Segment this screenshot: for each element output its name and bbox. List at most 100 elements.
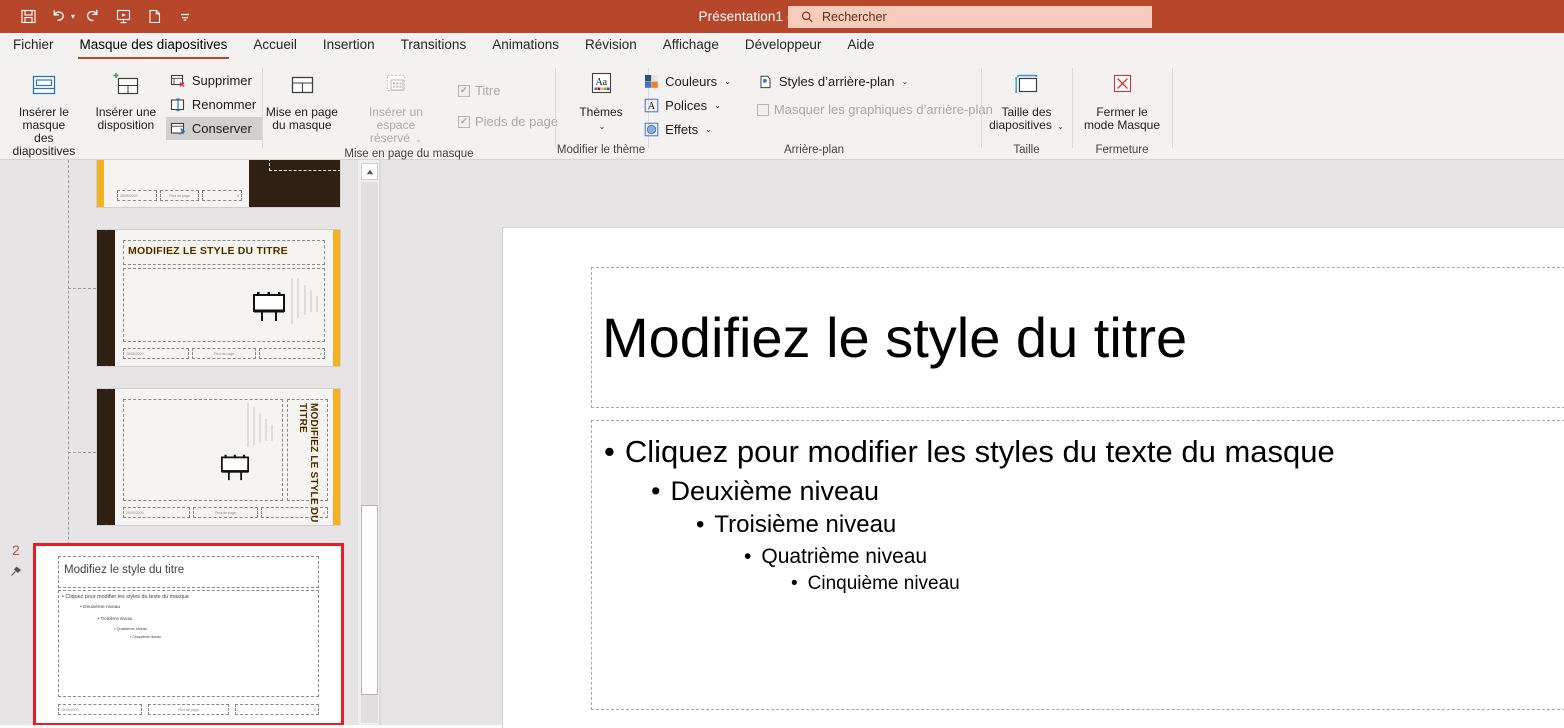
search-box[interactable]: Rechercher xyxy=(788,6,1152,28)
tab-masque-des-diapositives[interactable]: Masque des diapositives xyxy=(67,33,241,62)
new-document-icon[interactable] xyxy=(140,4,168,30)
footer-placeholder: Pied de page xyxy=(160,190,199,201)
bullet-icon: • xyxy=(696,511,705,539)
slide-number-placeholder: # xyxy=(235,704,320,715)
slide-thumbnail-pane[interactable]: 28/05/2020 Pied de page # MODIFIEZ LE ST… xyxy=(0,160,357,725)
search-placeholder: Rechercher xyxy=(822,10,887,24)
title-bar: ▾ Présentation1 - PowerPoint Rechercher xyxy=(0,0,1564,33)
footer-placeholder: Pied de page xyxy=(192,348,256,359)
undo-icon[interactable] xyxy=(45,4,73,30)
slide-canvas[interactable]: Modifiez le style du titre • Cliquez pour… xyxy=(503,228,1564,728)
layout-thumbnail-vertical-title[interactable]: MODIFIEZ LE STYLE DU TITRE 28/05/2020 Pi… xyxy=(96,388,341,526)
layout-thumbnail-partial[interactable]: 28/05/2020 Pied de page # xyxy=(96,160,341,208)
slide-size-icon xyxy=(1010,69,1044,103)
effects-label: Effets xyxy=(665,122,699,137)
chevron-down-icon[interactable]: ⌄ xyxy=(714,101,721,110)
ribbon-group-fermeture: Fermer le mode Masque Fermeture xyxy=(1073,62,1171,160)
tab-affichage[interactable]: Affichage xyxy=(650,33,732,62)
footer-placeholder: Pied de page xyxy=(147,704,230,715)
tab-accueil[interactable]: Accueil xyxy=(240,33,310,62)
tab-label: Fichier xyxy=(13,37,54,52)
scrollbar-thumb[interactable] xyxy=(361,505,378,695)
master-tree-line xyxy=(68,160,69,580)
scroll-up-icon[interactable] xyxy=(361,163,378,180)
tab-label: Accueil xyxy=(253,37,297,52)
tab-fichier[interactable]: Fichier xyxy=(0,33,67,62)
background-styles-button[interactable]: Styles d’arrière-plan ⌄ xyxy=(753,70,999,93)
chevron-down-icon[interactable]: ⌄ xyxy=(724,77,731,86)
ribbon-group-modifier-forme-de-base: Insérer le masque des diapositives Insére… xyxy=(0,62,263,172)
group-label-fermeture: Fermeture xyxy=(1095,144,1149,156)
date-placeholder: 28/05/2020 xyxy=(117,190,158,201)
colors-button[interactable]: Couleurs ⌄ xyxy=(639,70,737,93)
ribbon-group-mise-en-page-du-masque: Mise en page du masque Insérer un espace r… xyxy=(260,62,558,160)
fonts-button[interactable]: A Polices ⌄ xyxy=(639,94,737,117)
effects-button[interactable]: Effets ⌄ xyxy=(639,118,737,141)
delete-layout-icon xyxy=(170,72,187,89)
body-level-2-text: Deuxième niveau xyxy=(670,475,880,506)
body-placeholder[interactable]: • Cliquez pour modifier les styles du tex… xyxy=(591,420,1564,710)
body-level-1: • Cliquez pour modifier les styles du tex… xyxy=(596,431,1564,473)
themes-label: Thèmes ⌄ xyxy=(579,105,623,132)
preserve-label: Conserver xyxy=(191,121,252,136)
body-level-1-text: Cliquez pour modifier les styles du text… xyxy=(624,434,1335,469)
undo-dropdown-caret-icon[interactable]: ▾ xyxy=(71,12,75,21)
title-placeholder[interactable]: Modifiez le style du titre xyxy=(591,267,1564,408)
window-title: Présentation1 - PowerPoint xyxy=(698,9,866,24)
customize-qat-icon[interactable] xyxy=(171,4,199,30)
tab-revision[interactable]: Révision xyxy=(572,33,650,62)
billboard-graphic-icon xyxy=(217,453,253,486)
hide-background-graphics-row[interactable]: ✔ Masquer les graphiques d’arrière-plan xyxy=(753,98,999,121)
thumbnail-pane-scrollbar[interactable] xyxy=(357,160,379,725)
master-layout-button[interactable]: Mise en page du masque xyxy=(260,67,344,132)
save-icon[interactable] xyxy=(14,4,42,30)
tab-animations[interactable]: Animations xyxy=(479,33,572,62)
close-master-view-button[interactable]: Fermer le mode Masque xyxy=(1074,67,1170,132)
thumb-selected-body-5: • Cinquième niveau xyxy=(130,635,162,639)
tab-developpeur[interactable]: Développeur xyxy=(732,33,835,62)
tab-insertion[interactable]: Insertion xyxy=(310,33,388,62)
workspace: 28/05/2020 Pied de page # MODIFIEZ LE ST… xyxy=(0,160,1564,728)
slide-canvas-area: Modifiez le style du titre • Cliquez pour… xyxy=(381,160,1564,728)
title-checkbox-row[interactable]: ✔ Titre xyxy=(454,79,564,102)
date-placeholder: 28/05/2020 xyxy=(123,348,189,359)
master-layout-icon xyxy=(286,69,318,103)
tree-connector xyxy=(68,452,96,453)
thumb-selected-body-1: • Cliquez pour modifier les styles du te… xyxy=(62,594,189,600)
start-slideshow-icon[interactable] xyxy=(109,4,137,30)
date-placeholder: 28/05/2020 xyxy=(123,507,190,518)
slide-size-button[interactable]: Taille des diapositives ⌄ xyxy=(983,67,1070,133)
insert-slide-master-button[interactable]: Insérer le masque des diapositives xyxy=(0,67,88,158)
layout-thumbnail-selected[interactable]: Modifiez le style du titre • Cliquez pou… xyxy=(33,543,344,725)
delete-layout-button[interactable]: Supprimer xyxy=(166,69,262,92)
footer-checkbox-row[interactable]: ✔ Pieds de page xyxy=(454,110,564,133)
search-icon xyxy=(800,10,814,24)
thumb-selected-body-2: • Deuxième niveau xyxy=(80,605,121,610)
slide-number-placeholder: # xyxy=(259,348,325,359)
tab-transitions[interactable]: Transitions xyxy=(388,33,480,62)
bullet-icon: • xyxy=(744,544,752,568)
rename-icon xyxy=(170,96,187,113)
tab-label: Révision xyxy=(585,37,637,52)
fonts-label: Polices xyxy=(665,98,708,113)
tab-label: Animations xyxy=(492,37,559,52)
insert-placeholder-label: Insérer un espace réservé ⌄ xyxy=(368,105,423,145)
redo-icon[interactable] xyxy=(78,4,106,30)
quick-access-toolbar: ▾ xyxy=(0,4,199,30)
insert-placeholder-button[interactable]: Insérer un espace réservé ⌄ xyxy=(344,67,448,146)
group-label-taille: Taille xyxy=(1013,144,1040,156)
layout-thumbnail-title-content[interactable]: MODIFIEZ LE STYLE DU TITRE 28/05/2020 Pi… xyxy=(96,229,341,367)
ribbon: Insérer le masque des diapositives Insére… xyxy=(0,62,1564,215)
insert-layout-button[interactable]: Insérer une disposition xyxy=(88,67,164,132)
ribbon-group-taille: Taille des diapositives ⌄ Taille xyxy=(982,62,1071,160)
tab-aide[interactable]: Aide xyxy=(834,33,887,62)
chevron-down-icon[interactable]: ⌄ xyxy=(902,77,909,86)
background-styles-label: Styles d’arrière-plan xyxy=(778,74,895,89)
body-level-2: • Deuxième niveau xyxy=(596,473,1564,509)
rename-button[interactable]: Renommer xyxy=(166,93,262,116)
chevron-down-icon[interactable]: ⌄ xyxy=(705,125,712,134)
effects-icon xyxy=(643,121,660,138)
preserve-button[interactable]: Conserver xyxy=(165,117,263,140)
tree-connector xyxy=(68,288,96,289)
master-layout-label: Mise en page du masque xyxy=(265,105,338,132)
